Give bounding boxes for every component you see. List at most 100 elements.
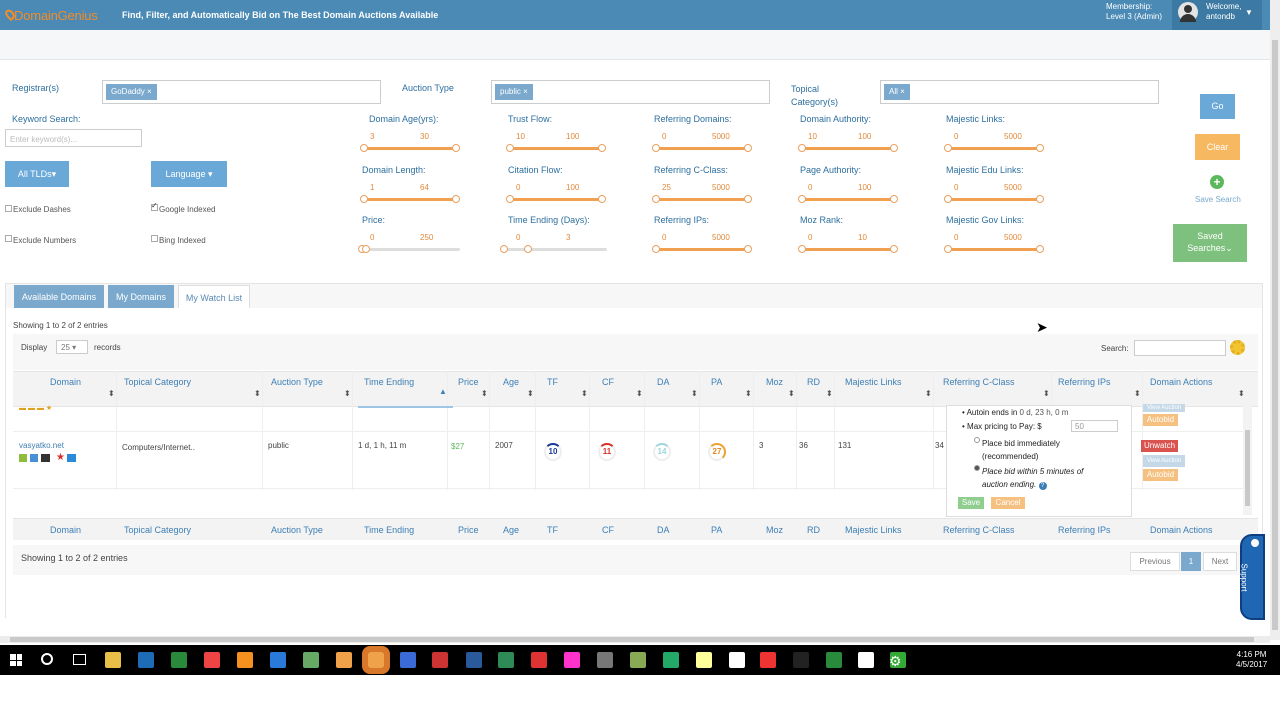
tab-my-watch-list[interactable]: My Watch List — [178, 285, 250, 309]
range-min-handle[interactable] — [944, 195, 952, 203]
topical-tag[interactable]: All × — [884, 84, 910, 100]
gear-icon[interactable] — [1230, 340, 1245, 355]
range-min-handle[interactable] — [360, 195, 368, 203]
autobid-button[interactable]: Autobid — [1143, 469, 1178, 481]
snip-icon[interactable] — [826, 652, 842, 668]
chevron-down-icon[interactable]: ▼ — [1245, 8, 1253, 17]
help-icon[interactable]: ? — [1038, 482, 1047, 490]
range-max-handle[interactable] — [362, 245, 370, 253]
settings-gear-icon[interactable]: ⚙ — [889, 653, 902, 670]
app-icon[interactable] — [597, 652, 613, 668]
range-min-handle[interactable] — [506, 144, 514, 152]
range-min-handle[interactable] — [798, 144, 806, 152]
auction-type-select[interactable] — [491, 80, 770, 104]
range-max-handle[interactable] — [598, 195, 606, 203]
tray-clock[interactable]: 4:16 PM 4/5/2017 — [1236, 650, 1267, 670]
range-slider-track[interactable] — [508, 198, 604, 201]
range-max-handle[interactable] — [890, 245, 898, 253]
save-search-link[interactable]: Save Search — [1195, 195, 1241, 204]
range-slider-track[interactable] — [362, 147, 458, 150]
range-slider-track[interactable] — [654, 248, 750, 251]
column-header[interactable]: PA — [711, 377, 722, 387]
saved-searches-button[interactable]: Saved Searches⌄ — [1173, 224, 1247, 262]
paint-icon[interactable] — [564, 652, 580, 668]
range-slider-track[interactable] — [946, 248, 1042, 251]
remove-tag-icon[interactable]: × — [147, 87, 152, 96]
range-max-handle[interactable] — [890, 144, 898, 152]
view-auction-button[interactable]: View Auction — [1143, 455, 1185, 467]
popup-cancel-button[interactable]: Cancel — [991, 497, 1025, 509]
remove-tag-icon[interactable]: × — [900, 87, 905, 96]
store-icon[interactable] — [138, 652, 154, 668]
range-max-handle[interactable] — [452, 144, 460, 152]
range-max-handle[interactable] — [1036, 195, 1044, 203]
file-icon[interactable] — [362, 646, 390, 674]
sort-icon[interactable]: ▲ — [439, 387, 447, 396]
tab-my-domains[interactable]: My Domains — [108, 285, 174, 309]
column-header[interactable]: Majestic Links — [845, 377, 902, 387]
range-min-handle[interactable] — [944, 245, 952, 253]
column-header[interactable]: TF — [547, 377, 558, 387]
unwatch-button[interactable]: Unwatch — [1141, 440, 1178, 452]
column-header[interactable]: Moz — [766, 377, 783, 387]
sort-icon[interactable]: ⬍ — [636, 389, 643, 398]
pencil-icon[interactable] — [760, 652, 776, 668]
exclude-dashes-checkbox[interactable] — [5, 205, 12, 212]
search-input[interactable] — [1134, 340, 1226, 356]
sort-icon[interactable]: ⬍ — [527, 389, 534, 398]
range-slider-track[interactable] — [502, 248, 607, 251]
language-button[interactable]: Language ▾ — [151, 161, 227, 187]
sort-icon[interactable]: ⬍ — [481, 389, 488, 398]
range-slider-track[interactable] — [654, 147, 750, 150]
autobid-button[interactable]: Autobid — [1143, 414, 1178, 426]
range-min-handle[interactable] — [652, 195, 660, 203]
star-icon[interactable]: ★ — [56, 452, 65, 463]
column-header[interactable]: Domain — [50, 377, 81, 387]
range-slider-track[interactable] — [654, 198, 750, 201]
range-max-handle[interactable] — [452, 195, 460, 203]
sort-icon[interactable]: ⬍ — [108, 389, 115, 398]
range-slider-track[interactable] — [362, 198, 458, 201]
range-min-handle[interactable] — [652, 144, 660, 152]
sort-icon[interactable]: ⬍ — [1134, 389, 1141, 398]
column-header[interactable]: Referring IPs — [1058, 377, 1111, 387]
range-slider-track[interactable] — [800, 198, 896, 201]
range-min-handle[interactable] — [652, 245, 660, 253]
sort-icon[interactable]: ⬍ — [254, 389, 261, 398]
range-max-handle[interactable] — [524, 245, 532, 253]
windows-start-icon[interactable] — [10, 654, 22, 666]
exclude-numbers-checkbox[interactable] — [5, 235, 12, 242]
clear-button[interactable]: Clear — [1195, 134, 1240, 160]
sort-icon[interactable]: ⬍ — [581, 389, 588, 398]
globe-icon[interactable] — [303, 652, 319, 668]
tab-available-domains[interactable]: Available Domains — [14, 285, 104, 309]
notepad-icon[interactable] — [336, 652, 352, 668]
range-min-handle[interactable] — [506, 195, 514, 203]
settings-app-icon[interactable] — [663, 652, 679, 668]
network-icon[interactable] — [793, 652, 809, 668]
cortana-icon[interactable] — [41, 653, 53, 665]
sort-icon[interactable]: ⬍ — [745, 389, 752, 398]
range-max-handle[interactable] — [598, 144, 606, 152]
range-max-handle[interactable] — [1036, 245, 1044, 253]
chrome-icon[interactable] — [204, 652, 220, 668]
table-scroll-thumb[interactable] — [1245, 430, 1250, 506]
range-max-handle[interactable] — [890, 195, 898, 203]
registrar-tag[interactable]: GoDaddy × — [106, 84, 157, 100]
photoshop-icon[interactable] — [696, 652, 712, 668]
camtasia-icon[interactable] — [729, 652, 745, 668]
topical-select[interactable] — [880, 80, 1159, 104]
column-header[interactable]: Time Ending — [364, 377, 414, 387]
keyword-input[interactable]: Enter keyword(s)... — [5, 129, 142, 147]
view-auction-button[interactable]: View Auction — [1143, 404, 1185, 412]
filezilla-icon[interactable] — [858, 652, 874, 668]
sort-icon[interactable]: ⬍ — [1238, 389, 1245, 398]
sort-icon[interactable]: ⬍ — [826, 389, 833, 398]
range-slider-track[interactable] — [800, 147, 896, 150]
auction-type-tag[interactable]: public × — [495, 84, 533, 100]
sort-icon[interactable]: ⬍ — [925, 389, 932, 398]
sort-icon[interactable]: ⬍ — [691, 389, 698, 398]
range-slider-track[interactable] — [946, 198, 1042, 201]
go-button[interactable]: Go — [1200, 94, 1235, 119]
page-1-button[interactable]: 1 — [1181, 552, 1201, 571]
